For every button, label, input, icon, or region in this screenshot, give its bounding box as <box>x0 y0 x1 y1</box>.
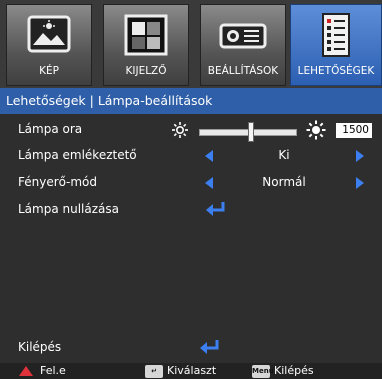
options-list-icon <box>322 13 350 57</box>
arrow-right-icon[interactable] <box>356 177 364 189</box>
arrow-left-icon[interactable] <box>205 177 213 189</box>
brightness-mode-value: Normál <box>262 175 306 189</box>
exit-label: Kilépés <box>18 340 62 354</box>
picture-icon <box>27 15 71 53</box>
up-arrow-icon <box>19 366 33 376</box>
lamp-reminder-label: Lámpa emlékeztető <box>18 148 137 162</box>
lamp-reset-row[interactable]: Lámpa nullázása <box>0 197 382 223</box>
enter-icon[interactable] <box>199 339 221 355</box>
sun-bright-icon <box>306 120 326 140</box>
brightness-mode-row[interactable]: Fényerő-mód Normál <box>0 170 382 196</box>
display-icon <box>124 14 168 56</box>
tab-beallitasok-label: BEÁLLÍTÁSOK <box>207 65 279 77</box>
footer-exit-label: Fel.e <box>40 364 66 377</box>
lamp-reminder-row[interactable]: Lámpa emlékeztető Ki <box>0 143 382 169</box>
footer-hint-bar: Fel.e ↵ Kiválaszt Menu Kilépés <box>0 363 382 379</box>
arrow-right-icon[interactable] <box>356 150 364 162</box>
menu-key-icon: Menu <box>252 365 274 378</box>
footer-select-label: Kiválaszt <box>167 364 217 377</box>
lamp-reminder-value: Ki <box>278 148 290 162</box>
arrow-left-icon[interactable] <box>205 150 213 162</box>
enter-key-icon: ↵ <box>145 365 163 378</box>
lamp-hours-value: 1500 <box>336 123 372 138</box>
tab-kijelzo-label: KIJELZŐ <box>125 65 167 77</box>
breadcrumb: Lehetőségek | Lámpa-beállítások <box>0 88 382 114</box>
tab-lehetosegek-label: LEHETŐSÉGEK <box>297 65 375 77</box>
lamp-settings-panel: Lámpa ora 1500 Lámpa emlékeztető Ki Fény… <box>0 114 382 363</box>
footer-quit-label: Kilépés <box>274 364 314 377</box>
enter-icon[interactable] <box>205 201 227 217</box>
lamp-hours-row[interactable]: Lámpa ora 1500 <box>0 117 382 143</box>
projector-icon <box>219 23 267 49</box>
sun-dim-icon <box>172 122 188 138</box>
tab-beallitasok[interactable]: BEÁLLÍTÁSOK <box>200 4 286 86</box>
top-tab-bar: KÉP KIJELZŐ BEÁLLÍTÁSOK LEHETŐSÉGEK <box>0 0 382 88</box>
exit-row[interactable]: Kilépés <box>0 335 382 361</box>
lamp-hours-label: Lámpa ora <box>18 122 83 136</box>
lamp-hours-slider-knob[interactable] <box>247 122 254 142</box>
tab-lehetosegek[interactable]: LEHETŐSÉGEK <box>290 4 382 86</box>
tab-kep-label: KÉP <box>39 65 59 77</box>
brightness-mode-label: Fényerő-mód <box>18 175 97 189</box>
tab-kijelzo[interactable]: KIJELZŐ <box>103 4 189 86</box>
tab-kep[interactable]: KÉP <box>6 4 92 86</box>
lamp-reset-label: Lámpa nullázása <box>18 202 120 216</box>
